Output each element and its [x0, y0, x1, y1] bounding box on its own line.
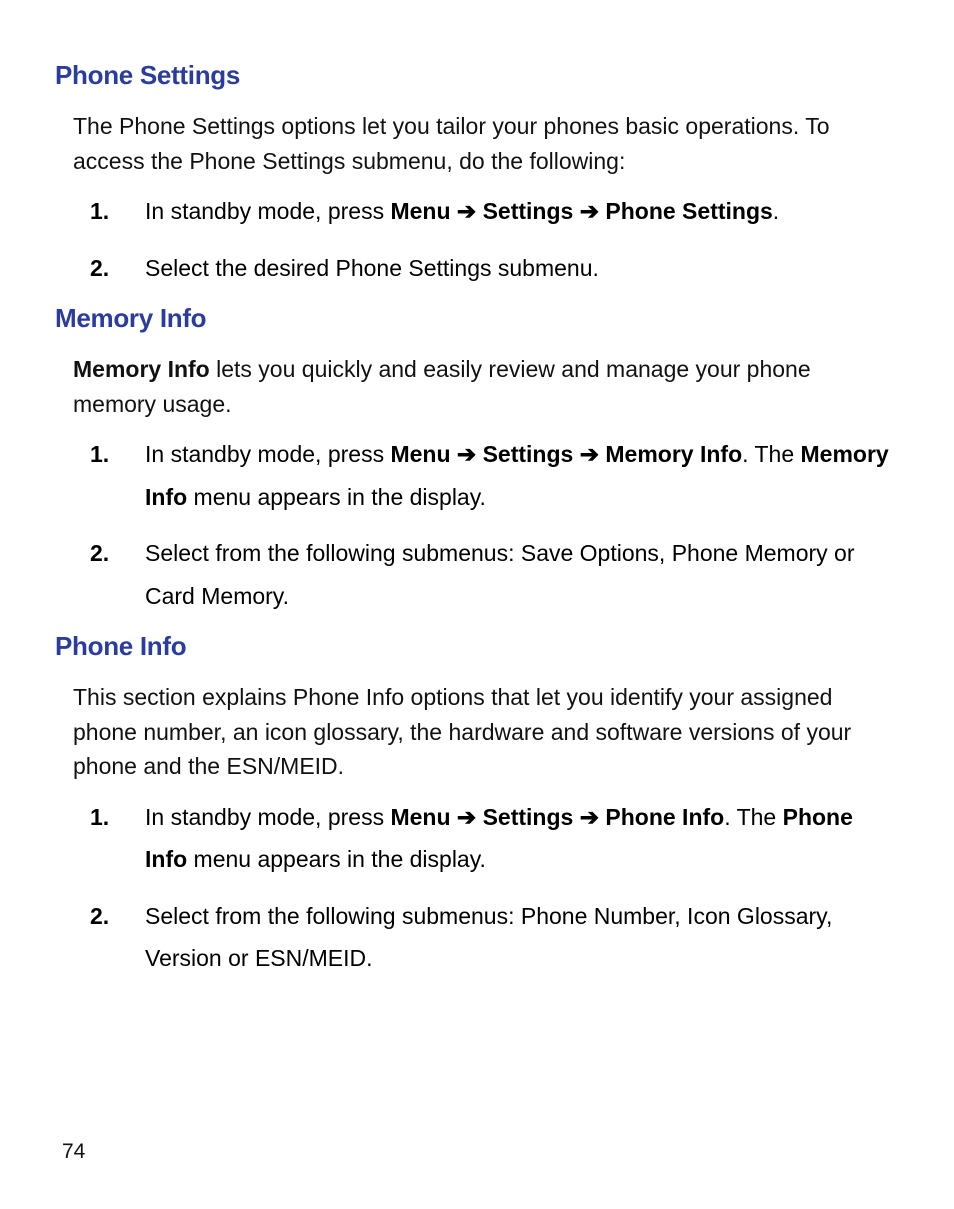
- list-item: 1. In standby mode, press Menu ➔ Setting…: [55, 433, 899, 518]
- intro-phone-settings: The Phone Settings options let you tailo…: [55, 109, 899, 178]
- text-fragment: menu appears in the display.: [187, 484, 486, 510]
- text-fragment: menu appears in the display.: [187, 846, 486, 872]
- step-text: In standby mode, press Menu ➔ Settings ➔…: [145, 433, 899, 518]
- arrow-icon: ➔: [451, 804, 483, 830]
- text-fragment: . The: [724, 804, 782, 830]
- section-phone-info: Phone Info This section explains Phone I…: [55, 631, 899, 980]
- section-phone-settings: Phone Settings The Phone Settings option…: [55, 60, 899, 289]
- settings-label: Settings: [483, 804, 574, 830]
- arrow-icon: ➔: [573, 441, 605, 467]
- menu-label: Menu: [390, 441, 450, 467]
- text-fragment: . The: [742, 441, 800, 467]
- intro-phone-info: This section explains Phone Info options…: [55, 680, 899, 784]
- step-text: In standby mode, press Menu ➔ Settings ➔…: [145, 796, 899, 881]
- step-text: In standby mode, press Menu ➔ Settings ➔…: [145, 190, 899, 233]
- list-memory-info: 1. In standby mode, press Menu ➔ Setting…: [55, 433, 899, 617]
- step-number: 1.: [90, 796, 145, 881]
- step-text: Select from the following submenus: Phon…: [145, 895, 899, 980]
- text-fragment: In standby mode, press: [145, 804, 390, 830]
- step-number: 1.: [90, 433, 145, 518]
- intro-memory-info: Memory Info lets you quickly and easily …: [55, 352, 899, 421]
- target-label: Memory Info: [605, 441, 742, 467]
- section-memory-info: Memory Info Memory Info lets you quickly…: [55, 303, 899, 617]
- step-number: 2.: [90, 247, 145, 290]
- step-text: Select the desired Phone Settings submen…: [145, 247, 899, 290]
- heading-memory-info: Memory Info: [55, 303, 899, 334]
- list-item: 1. In standby mode, press Menu ➔ Setting…: [55, 190, 899, 233]
- target-label: Phone Info: [605, 804, 724, 830]
- page-number: 74: [62, 1140, 85, 1164]
- step-number: 1.: [90, 190, 145, 233]
- step-text: Select from the following submenus: Save…: [145, 532, 899, 617]
- list-item: 2. Select the desired Phone Settings sub…: [55, 247, 899, 290]
- heading-phone-settings: Phone Settings: [55, 60, 899, 91]
- heading-phone-info: Phone Info: [55, 631, 899, 662]
- settings-label: Settings: [483, 441, 574, 467]
- step-number: 2.: [90, 895, 145, 980]
- arrow-icon: ➔: [451, 441, 483, 467]
- settings-label: Settings: [483, 198, 574, 224]
- list-item: 2. Select from the following submenus: S…: [55, 532, 899, 617]
- step-number: 2.: [90, 532, 145, 617]
- menu-label: Menu: [390, 198, 450, 224]
- arrow-icon: ➔: [573, 198, 605, 224]
- arrow-icon: ➔: [451, 198, 483, 224]
- target-label: Phone Settings: [605, 198, 772, 224]
- list-phone-settings: 1. In standby mode, press Menu ➔ Setting…: [55, 190, 899, 289]
- text-fragment: .: [773, 198, 779, 224]
- list-item: 1. In standby mode, press Menu ➔ Setting…: [55, 796, 899, 881]
- menu-label: Menu: [390, 804, 450, 830]
- text-fragment: In standby mode, press: [145, 441, 390, 467]
- text-fragment: In standby mode, press: [145, 198, 390, 224]
- arrow-icon: ➔: [573, 804, 605, 830]
- text-bold: Memory Info: [73, 356, 210, 382]
- list-item: 2. Select from the following submenus: P…: [55, 895, 899, 980]
- list-phone-info: 1. In standby mode, press Menu ➔ Setting…: [55, 796, 899, 980]
